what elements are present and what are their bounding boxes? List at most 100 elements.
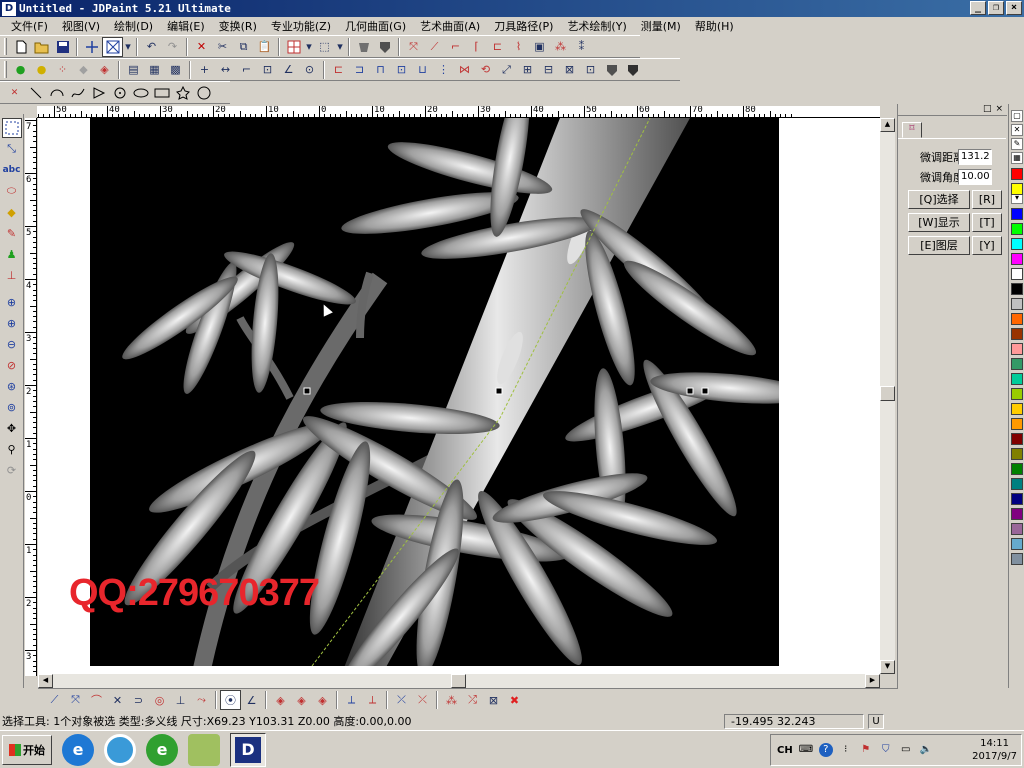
menu-professional[interactable]: 专业功能(Z)	[264, 18, 338, 34]
arc-icon[interactable]	[46, 83, 67, 103]
box-dim-icon[interactable]: ⊡	[257, 60, 278, 80]
display-button[interactable]: [W]显示	[908, 213, 970, 232]
zoom-in-icon[interactable]: ⊕	[2, 313, 22, 333]
color-swatch[interactable]	[1011, 403, 1023, 415]
circle-node-icon[interactable]: ◎	[149, 690, 170, 710]
point-gray-icon[interactable]: ◆	[73, 60, 94, 80]
shield-shade-icon[interactable]	[374, 37, 395, 57]
monitor-icon[interactable]: ▭	[899, 743, 913, 757]
menu-file[interactable]: 文件(F)	[4, 18, 55, 34]
distribute-icon[interactable]: ⋮	[433, 60, 454, 80]
diamond-snap-icon[interactable]: ◈	[270, 690, 291, 710]
node-tweak-icon[interactable]: ⤮	[462, 690, 483, 710]
vertical-scroll-thumb[interactable]	[880, 386, 895, 401]
palette-clear-icon[interactable]: ✕	[1011, 124, 1023, 136]
fine-distance-input[interactable]: 131.2	[958, 149, 992, 165]
eraser-tool-icon[interactable]: ◆	[2, 202, 22, 222]
point-multi-icon[interactable]: ⁘	[52, 60, 73, 80]
menu-geometry-surface[interactable]: 几何曲面(G)	[338, 18, 413, 34]
green-browser-icon[interactable]: e	[146, 733, 178, 766]
select-key-button[interactable]: [R]	[972, 190, 1002, 209]
corner-icon[interactable]: ⊏	[487, 37, 508, 57]
scroll-down-arrow[interactable]: ▼	[880, 660, 895, 674]
menu-draw[interactable]: 绘制(D)	[107, 18, 160, 34]
delete-icon[interactable]: ✕	[191, 37, 212, 57]
color-swatch[interactable]	[1011, 253, 1023, 265]
extend-icon[interactable]: ⟋	[424, 37, 445, 57]
color-swatch[interactable]	[1011, 553, 1023, 565]
color-swatch[interactable]	[1011, 433, 1023, 445]
array-icon[interactable]: ⊞	[517, 60, 538, 80]
input-language[interactable]: CH	[777, 745, 793, 756]
open-folder-icon[interactable]	[31, 37, 52, 57]
shape-tool-icon[interactable]: ⬭	[2, 181, 22, 201]
color-swatch[interactable]	[1011, 168, 1023, 180]
point-red-icon[interactable]: ◈	[94, 60, 115, 80]
color-swatch[interactable]	[1011, 478, 1023, 490]
fill-tool-icon[interactable]: ♟	[2, 244, 22, 264]
panel-tab-node[interactable]: ⌑	[902, 122, 922, 138]
align-right-icon[interactable]: ⊐	[349, 60, 370, 80]
select-tool-icon[interactable]	[1, 118, 22, 138]
3d-view-icon[interactable]: ⬚	[314, 37, 335, 57]
snap-angle-icon[interactable]: ∠	[241, 690, 262, 710]
perp-foot-icon[interactable]: ⊥	[170, 690, 191, 710]
break-icon[interactable]: ⊃	[128, 690, 149, 710]
color-swatch[interactable]	[1011, 538, 1023, 550]
keyboard-icon[interactable]: ⌨	[799, 743, 813, 757]
new-file-icon[interactable]	[10, 37, 31, 57]
scroll-up-arrow[interactable]: ▲	[880, 118, 895, 132]
circle-outline-icon[interactable]	[193, 83, 214, 103]
node-add-icon[interactable]: ⁂	[441, 690, 462, 710]
text-tool-icon[interactable]: abc	[2, 160, 22, 180]
unit-indicator[interactable]: U	[868, 713, 884, 729]
color-swatch[interactable]	[1011, 493, 1023, 505]
ie-browser-icon[interactable]: e	[62, 733, 94, 766]
select-button[interactable]: [Q]选择	[908, 190, 970, 209]
color-swatch[interactable]	[1011, 328, 1023, 340]
color-swatch[interactable]	[1011, 358, 1023, 370]
magnifier-icon[interactable]: ⚲	[2, 439, 22, 459]
horizontal-scrollbar[interactable]: ◀ ▶	[38, 674, 880, 688]
close-button[interactable]: ×	[1006, 1, 1022, 15]
crosshair-icon[interactable]	[81, 37, 102, 57]
redo-icon[interactable]: ↷	[162, 37, 183, 57]
color-swatch[interactable]	[1011, 208, 1023, 220]
toolbar-grip[interactable]	[4, 38, 7, 55]
browser-circle-icon[interactable]	[104, 733, 136, 766]
help-icon[interactable]: ?	[818, 743, 833, 757]
zoom-selected-icon[interactable]: ⊚	[2, 397, 22, 417]
align-top-icon[interactable]: ⊓	[370, 60, 391, 80]
polyline-icon[interactable]	[88, 83, 109, 103]
undo-icon[interactable]: ↶	[141, 37, 162, 57]
refresh-icon[interactable]: ⟳	[2, 460, 22, 480]
rotate-icon[interactable]: ⟲	[475, 60, 496, 80]
color-swatch[interactable]	[1011, 463, 1023, 475]
color-swatch[interactable]	[1011, 343, 1023, 355]
panel-close-icon[interactable]: ×	[995, 104, 1003, 115]
horizontal-scroll-thumb[interactable]	[451, 674, 466, 688]
menu-help[interactable]: 帮助(H)	[688, 18, 741, 34]
scroll-right-arrow[interactable]: ▶	[865, 674, 880, 688]
diamond-snap2-icon[interactable]: ◈	[291, 690, 312, 710]
grid-icon[interactable]	[283, 37, 304, 57]
drawing-canvas[interactable]: QQ:279670377	[38, 118, 880, 676]
angle-dim-icon[interactable]: ⌐	[236, 60, 257, 80]
curve-break-icon[interactable]: ⤳	[191, 690, 212, 710]
line-icon[interactable]	[25, 83, 46, 103]
color-swatch[interactable]	[1011, 238, 1023, 250]
node-tool-icon[interactable]: ⤡	[2, 139, 22, 159]
circle-dim-icon[interactable]: ⊙	[299, 60, 320, 80]
fine-angle-input[interactable]: 10.00	[958, 169, 992, 185]
dropdown-arrow-icon[interactable]: ▾	[123, 37, 133, 57]
intersect-icon[interactable]: ✕	[107, 690, 128, 710]
color-swatch[interactable]	[1011, 418, 1023, 430]
offset-icon[interactable]: ▣	[529, 37, 550, 57]
spline-icon[interactable]	[67, 83, 88, 103]
node-edit-icon[interactable]: ⁂	[550, 37, 571, 57]
node-delete-icon[interactable]: ⤫	[391, 690, 412, 710]
knife2-icon[interactable]: ⟂	[362, 690, 383, 710]
scroll-left-arrow[interactable]: ◀	[38, 674, 53, 688]
align-center-icon[interactable]: ⊡	[391, 60, 412, 80]
start-button[interactable]: 开始	[2, 734, 52, 765]
